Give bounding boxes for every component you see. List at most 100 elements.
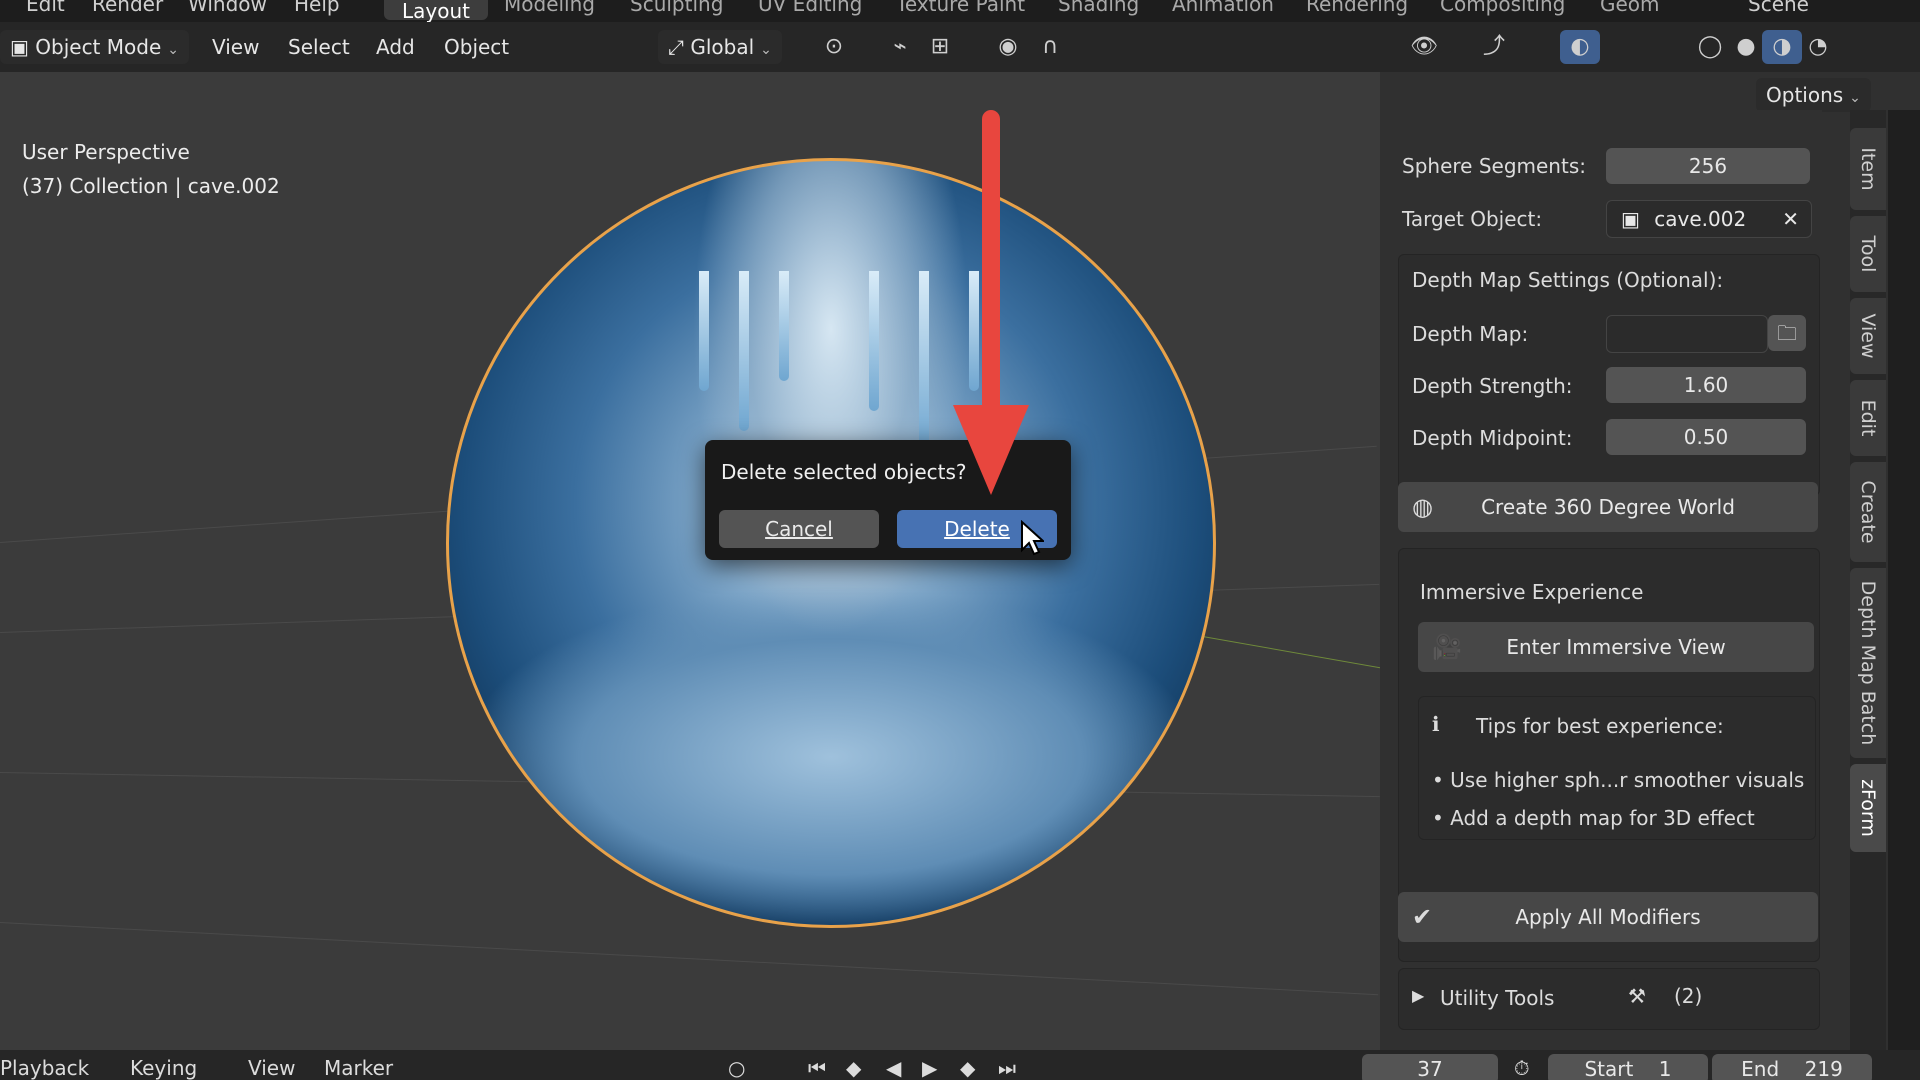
world-icon: ◍ xyxy=(1412,493,1433,521)
tab-item[interactable]: Item xyxy=(1850,128,1886,210)
workspace-tab-bar: Edit Render Window Help Layout Modeling … xyxy=(0,0,1920,22)
tab-modeling[interactable]: Modeling xyxy=(504,0,595,16)
tab-depth-map-batch-label: Depth Map Batch xyxy=(1857,580,1879,746)
tab-uv-editing[interactable]: UV Editing xyxy=(758,0,862,16)
wireframe-shading-icon[interactable]: ◯ xyxy=(1690,30,1730,64)
falloff-icon[interactable]: ∩ xyxy=(1030,30,1070,64)
enter-immersive-button[interactable]: 🎥 Enter Immersive View xyxy=(1418,622,1814,672)
snap-icon[interactable]: ⌁ xyxy=(880,30,920,64)
clear-icon[interactable]: ✕ xyxy=(1782,201,1799,237)
play-icon[interactable]: ▶ xyxy=(922,1056,937,1080)
end-value: 219 xyxy=(1804,1057,1843,1080)
cancel-button[interactable]: Cancel xyxy=(719,510,879,548)
mouse-cursor-icon xyxy=(1021,520,1044,556)
marker-menu[interactable]: Marker xyxy=(324,1056,393,1080)
overlays-icon[interactable]: ◐ xyxy=(1560,30,1600,64)
tab-geometry[interactable]: Geom xyxy=(1600,0,1660,16)
timeline-view-menu[interactable]: View xyxy=(248,1056,295,1080)
chevron-down-icon: ⌄ xyxy=(1849,90,1861,106)
menu-render[interactable]: Render xyxy=(92,0,163,16)
sphere-segments-field[interactable]: 256 xyxy=(1606,148,1810,184)
apply-all-modifiers-button[interactable]: ✔ Apply All Modifiers xyxy=(1398,892,1818,942)
end-frame-field[interactable]: End 219 xyxy=(1712,1054,1872,1080)
tab-sculpting[interactable]: Sculpting xyxy=(630,0,723,16)
jump-start-icon[interactable]: ⏮ xyxy=(808,1056,826,1080)
menu-edit[interactable]: Edit xyxy=(26,0,65,16)
record-icon[interactable]: ○ xyxy=(728,1056,745,1080)
tab-zform[interactable]: zForm xyxy=(1850,764,1886,852)
tab-layout[interactable]: Layout xyxy=(384,0,488,22)
tab-compositing[interactable]: Compositing xyxy=(1440,0,1565,16)
jump-end-icon[interactable]: ⏭ xyxy=(998,1056,1016,1080)
create-360-world-button[interactable]: ◍ Create 360 Degree World xyxy=(1398,482,1818,532)
stopwatch-icon[interactable]: ⏱ xyxy=(1514,1056,1530,1080)
target-object-value: cave.002 xyxy=(1654,207,1747,231)
prev-keyframe-icon[interactable]: ◆ xyxy=(846,1056,861,1080)
menu-view[interactable]: View xyxy=(212,30,259,64)
tab-tool-label: Tool xyxy=(1857,235,1879,273)
tab-animation[interactable]: Animation xyxy=(1172,0,1274,16)
menu-object[interactable]: Object xyxy=(444,30,509,64)
info-icon: ℹ xyxy=(1432,712,1440,736)
tip-item: • Add a depth map for 3D effect xyxy=(1432,806,1755,830)
properties-strip xyxy=(1888,110,1920,1050)
gizmo-icon[interactable]: ⤴ xyxy=(1474,30,1514,64)
sphere-segments-label: Sphere Segments: xyxy=(1402,154,1586,178)
tab-rendering[interactable]: Rendering xyxy=(1306,0,1408,16)
tab-create-label: Create xyxy=(1857,480,1879,544)
collection-info: (37) Collection | cave.002 xyxy=(22,174,280,198)
tab-edit[interactable]: Edit xyxy=(1850,380,1886,456)
icicle xyxy=(969,271,979,391)
snap-target-icon[interactable]: ⊞ xyxy=(920,30,960,64)
icicle xyxy=(779,271,789,381)
tab-tool[interactable]: Tool xyxy=(1850,216,1886,292)
depth-map-settings-header: Depth Map Settings (Optional): xyxy=(1412,268,1724,292)
tools-icon: ⚒ xyxy=(1628,984,1646,1008)
expand-arrow-icon[interactable]: ▶ xyxy=(1412,986,1424,1005)
mesh-object-icon: ▣ xyxy=(1621,207,1640,231)
play-reverse-icon[interactable]: ◀ xyxy=(886,1056,901,1080)
tab-texture-paint[interactable]: Texture Paint xyxy=(896,0,1025,16)
pivot-icon[interactable]: ⊙ xyxy=(814,30,854,64)
folder-icon[interactable]: 🗀 xyxy=(1768,315,1806,351)
object-mode-icon: ▣ xyxy=(10,35,36,59)
chevron-down-icon: ⌄ xyxy=(167,42,179,58)
options-dropdown[interactable]: Options ⌄ xyxy=(1756,78,1871,112)
material-shading-icon[interactable]: ◑ xyxy=(1762,30,1802,64)
next-keyframe-icon[interactable]: ◆ xyxy=(960,1056,975,1080)
depth-map-field[interactable] xyxy=(1606,315,1768,353)
depth-strength-field[interactable]: 1.60 xyxy=(1606,367,1806,403)
target-object-field[interactable]: ▣ cave.002 ✕ xyxy=(1606,200,1812,238)
depth-midpoint-label: Depth Midpoint: xyxy=(1412,426,1573,450)
proportional-edit-icon[interactable]: ◉ xyxy=(988,30,1028,64)
menu-help[interactable]: Help xyxy=(294,0,340,16)
transform-orientation-dropdown[interactable]: ⤢ Global ⌄ xyxy=(658,30,782,64)
visibility-icon[interactable]: 👁 xyxy=(1404,30,1444,64)
dialog-title: Delete selected objects? xyxy=(721,460,967,484)
checkmark-icon: ✔ xyxy=(1412,903,1433,931)
solid-shading-icon[interactable]: ● xyxy=(1726,30,1766,64)
tab-item-label: Item xyxy=(1857,147,1879,191)
current-frame-field[interactable]: 37 xyxy=(1362,1054,1498,1080)
menu-window[interactable]: Window xyxy=(188,0,267,16)
start-frame-field[interactable]: Start 1 xyxy=(1548,1054,1708,1080)
tips-header: Tips for best experience: xyxy=(1476,714,1724,738)
depth-midpoint-field[interactable]: 0.50 xyxy=(1606,419,1806,455)
tab-create[interactable]: Create xyxy=(1850,462,1886,562)
menu-add[interactable]: Add xyxy=(376,30,415,64)
end-label: End xyxy=(1741,1057,1780,1080)
mode-dropdown[interactable]: ▣ Object Mode ⌄ xyxy=(0,30,189,64)
tab-depth-map-batch[interactable]: Depth Map Batch xyxy=(1850,568,1886,758)
camera-icon: 🎥 xyxy=(1432,633,1462,661)
apply-all-modifiers-label: Apply All Modifiers xyxy=(1515,905,1701,929)
immersive-header: Immersive Experience xyxy=(1420,580,1644,604)
tab-view[interactable]: View xyxy=(1850,298,1886,374)
start-value: 1 xyxy=(1658,1057,1672,1080)
scene-selector[interactable]: Scene xyxy=(1748,0,1809,16)
keying-menu[interactable]: Keying xyxy=(130,1056,197,1080)
playback-menu[interactable]: Playback xyxy=(0,1056,89,1080)
tab-shading[interactable]: Shading xyxy=(1058,0,1139,16)
enter-immersive-label: Enter Immersive View xyxy=(1506,635,1726,659)
rendered-shading-icon[interactable]: ◔ xyxy=(1798,30,1838,64)
menu-select[interactable]: Select xyxy=(288,30,350,64)
